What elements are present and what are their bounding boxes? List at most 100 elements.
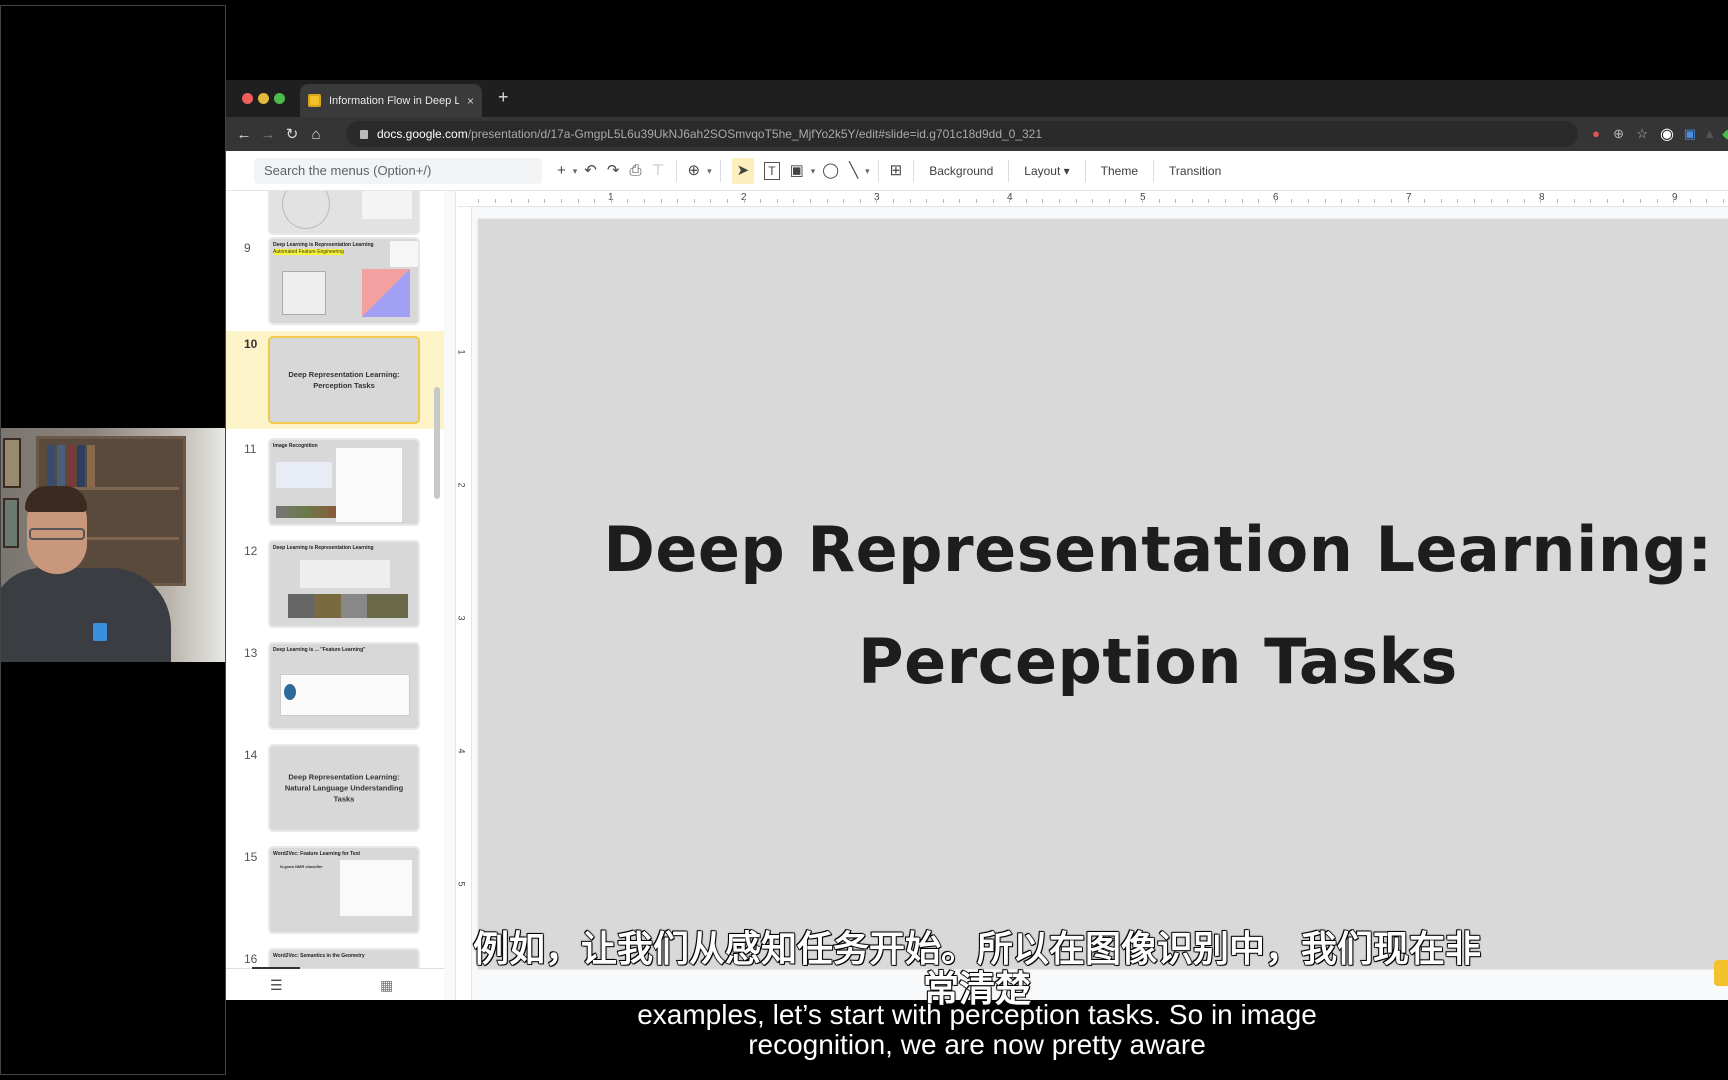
new-tab-button[interactable]: +: [498, 87, 509, 108]
tab-title: Information Flow in Deep Learn: [329, 94, 459, 107]
slide-canvas[interactable]: Deep Representation Learning: Perception…: [472, 207, 1728, 1000]
new-slide-dropdown-icon[interactable]: ▾: [573, 158, 578, 184]
tab-close-icon[interactable]: ×: [467, 94, 474, 108]
ruler-label: 5: [456, 881, 467, 887]
ruler-label: 4: [456, 748, 467, 754]
filmstrip-scrollbar[interactable]: [434, 387, 440, 499]
textbox-button[interactable]: T: [764, 161, 780, 180]
transition-button[interactable]: Transition: [1169, 164, 1221, 178]
thumbnail-title: Deep Representation Learning: Perception…: [288, 370, 400, 390]
ruler-tick: [760, 199, 762, 203]
vertical-ruler[interactable]: 1 2 3 4 5: [456, 207, 472, 1000]
slide-number: 12: [244, 544, 258, 558]
slide-thumbnail[interactable]: Deep Learning is ... "Feature Learning": [268, 642, 420, 730]
zoom-icon[interactable]: ⊕: [1613, 126, 1624, 142]
slide-thumbnail[interactable]: Deep Learning is Representation Learning: [268, 540, 420, 628]
english-subtitle-line-2: recognition, we are now pretty aware: [748, 1029, 1206, 1060]
mic-muted-icon[interactable]: ●: [1592, 126, 1600, 141]
current-slide[interactable]: Deep Representation Learning: Perception…: [478, 219, 1728, 969]
reload-button[interactable]: ↻: [280, 125, 304, 143]
slide-number: 11: [244, 442, 257, 456]
ruler-tick: [1440, 199, 1442, 203]
back-button[interactable]: ←: [232, 126, 256, 143]
search-menus-input[interactable]: Search the menus (Option+/): [254, 157, 542, 184]
ruler-tick: [1573, 199, 1575, 203]
person-jacket: [1, 568, 171, 662]
ruler-tick: [1523, 199, 1525, 203]
slide-thumbnail-item[interactable]: 12 Deep Learning is Representation Learn…: [226, 538, 444, 638]
ruler-tick: [1208, 199, 1210, 203]
redo-button[interactable]: ↷: [607, 158, 620, 184]
slide-thumbnail-item[interactable]: 14 Deep Representation Learning: Natural…: [226, 742, 444, 842]
ruler-tick: [926, 199, 928, 203]
ruler-tick: [610, 199, 612, 203]
ruler-tick: [1274, 199, 1276, 203]
slide-thumbnail[interactable]: Deep Learning is Representation Learning…: [268, 237, 420, 325]
image-dropdown-icon[interactable]: ▾: [811, 158, 816, 184]
home-button[interactable]: ⌂: [304, 126, 328, 143]
ruler-tick: [1341, 199, 1343, 203]
ruler-tick: [1042, 199, 1044, 203]
slide-thumbnail-item[interactable]: 11 Image Recognition: [226, 436, 444, 536]
slide-thumbnail[interactable]: [268, 191, 420, 235]
url-field[interactable]: docs.google.com /presentation/d/17a-Gmgp…: [346, 121, 1578, 147]
ruler-tick: [727, 199, 728, 203]
zoom-button[interactable]: ⊕: [688, 158, 701, 184]
ruler-tick: [743, 199, 745, 203]
ruler-tick: [1374, 199, 1376, 203]
forward-button[interactable]: →: [256, 126, 280, 143]
ruler-tick: [776, 199, 778, 203]
theme-button[interactable]: Theme: [1101, 164, 1138, 178]
docs-extension-icon[interactable]: ▣: [1684, 126, 1696, 142]
minimize-window-button[interactable]: [258, 93, 269, 104]
comment-button[interactable]: ⊞: [890, 158, 903, 184]
zoom-dropdown-icon[interactable]: ▾: [707, 158, 712, 184]
more-icon[interactable]: ▲: [1703, 126, 1716, 141]
ruler-tick: [544, 199, 546, 203]
thumbnail-title: Deep Learning is ... "Feature Learning": [273, 647, 366, 653]
layout-button[interactable]: Layout ▾: [1024, 164, 1069, 178]
ruler-tick: [1324, 199, 1326, 203]
ruler-label: 1: [456, 349, 467, 355]
select-tool-button[interactable]: ➤: [731, 157, 755, 184]
thumbnail-title: Deep Learning is Representation Learning: [273, 545, 374, 551]
toolbar-divider: [913, 159, 915, 182]
undo-button[interactable]: ↶: [584, 158, 597, 184]
paint-format-button[interactable]: ⊤: [651, 158, 664, 184]
ruler-tick: [1009, 199, 1011, 203]
slide-thumbnail-item-active[interactable]: 10 Deep Representation Learning: Percept…: [226, 331, 444, 429]
insert-image-button[interactable]: ▣: [790, 158, 804, 184]
ruler-tick: [992, 199, 994, 203]
horizontal-ruler[interactable]: 123456789: [458, 191, 1728, 207]
slide-thumbnail-item[interactable]: 15 Word2Vec: Feature Learning for Text N…: [226, 844, 444, 944]
ruler-tick: [1474, 199, 1475, 203]
ruler-tick: [909, 199, 911, 203]
slide-filmstrip[interactable]: 9 Deep Learning is Representation Learni…: [226, 191, 444, 974]
background-button[interactable]: Background: [929, 164, 993, 178]
browser-tab[interactable]: Information Flow in Deep Learn ×: [300, 84, 482, 117]
slide-title[interactable]: Deep Representation Learning: Perception…: [588, 494, 1728, 718]
shape-button[interactable]: ◯: [822, 158, 839, 184]
ruler-tick: [1590, 199, 1592, 203]
slide-thumbnail[interactable]: Word2Vec: Feature Learning for Text N-gr…: [268, 846, 420, 934]
slide-thumbnail[interactable]: Image Recognition: [268, 438, 420, 526]
ruler-tick: [1158, 199, 1160, 203]
ruler-tick: [1673, 199, 1675, 203]
ruler-tick: [859, 199, 861, 203]
slide-thumbnail[interactable]: Deep Representation Learning: Perception…: [268, 336, 420, 424]
slide-thumbnail[interactable]: Deep Representation Learning: Natural La…: [268, 744, 420, 832]
ruler-tick: [511, 199, 513, 203]
maximize-window-button[interactable]: [274, 93, 285, 104]
slides-favicon-icon: [308, 94, 321, 107]
line-button[interactable]: ╲: [849, 158, 858, 184]
close-window-button[interactable]: [242, 93, 253, 104]
slide-thumbnail-item[interactable]: 9 Deep Learning is Representation Learni…: [226, 235, 444, 335]
buffer-icon[interactable]: ◉: [1660, 124, 1674, 144]
slide-thumbnail-item[interactable]: 13 Deep Learning is ... "Feature Learnin…: [226, 640, 444, 740]
slide-thumbnail-item[interactable]: [226, 191, 444, 235]
print-button[interactable]: ⎙: [629, 158, 641, 184]
line-dropdown-icon[interactable]: ▾: [865, 158, 870, 184]
star-icon[interactable]: ☆: [1636, 126, 1648, 142]
shield-icon[interactable]: ◆: [1722, 126, 1728, 142]
new-slide-button[interactable]: +: [557, 158, 566, 184]
